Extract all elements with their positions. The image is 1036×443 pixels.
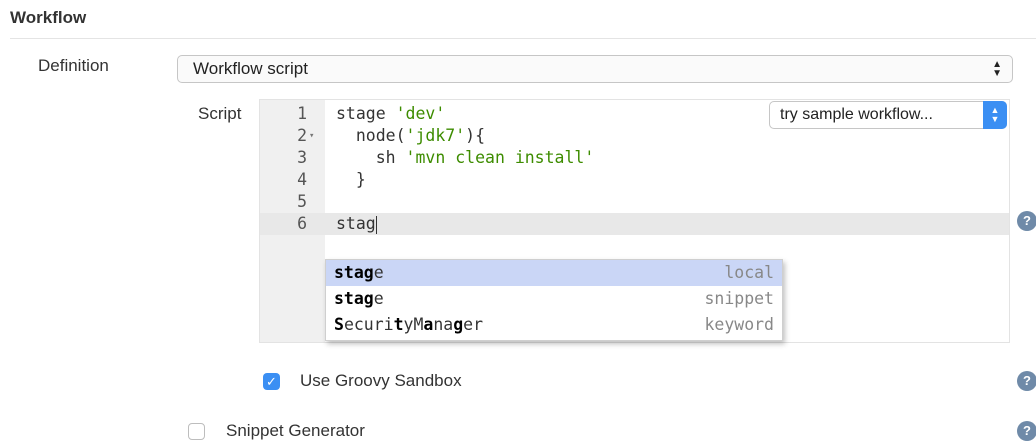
name-fragment: t bbox=[393, 315, 404, 334]
name-fragment: e bbox=[373, 289, 384, 308]
autocomplete-item[interactable]: stage local bbox=[326, 260, 782, 286]
code-plain: stage bbox=[336, 104, 396, 123]
autocomplete-popup: stage local stage snippet SecurityManager key… bbox=[325, 259, 783, 341]
code-string: 'mvn clean install' bbox=[405, 148, 595, 167]
code-text: sh 'mvn clean install' bbox=[336, 147, 595, 169]
definition-select[interactable]: Workflow script ▲ ▼ bbox=[177, 55, 1013, 83]
help-icon[interactable]: ? bbox=[1017, 421, 1036, 441]
code-line: 4 } bbox=[260, 169, 1009, 191]
line-number: 4 bbox=[297, 170, 307, 189]
text-cursor bbox=[375, 215, 377, 234]
select-arrows-icon: ▲ ▼ bbox=[992, 59, 1002, 79]
name-fragment: na bbox=[433, 315, 454, 334]
definition-select-value: Workflow script bbox=[193, 59, 308, 78]
code-text: node('jdk7'){ bbox=[336, 125, 485, 147]
help-icon[interactable]: ? bbox=[1017, 371, 1036, 391]
line-number: 5 bbox=[297, 192, 307, 211]
definition-label: Definition bbox=[38, 56, 109, 75]
code-plain: } bbox=[336, 170, 366, 189]
code-plain: ){ bbox=[465, 126, 486, 145]
name-fragment: a bbox=[423, 315, 434, 334]
snippet-generator-checkbox[interactable] bbox=[188, 423, 205, 440]
autocomplete-item-name: SecurityManager bbox=[334, 312, 483, 338]
select-arrows-icon: ▲ ▼ bbox=[983, 101, 1007, 129]
line-number: 1 bbox=[297, 104, 307, 123]
autocomplete-item-type: local bbox=[724, 263, 774, 282]
code-line: 3 sh 'mvn clean install' bbox=[260, 147, 1009, 169]
snippet-generator-label: Snippet Generator bbox=[226, 421, 365, 440]
help-icon[interactable]: ? bbox=[1017, 211, 1036, 231]
code-text: stage 'dev' bbox=[336, 103, 445, 125]
name-fragment: stag bbox=[334, 263, 374, 282]
code-line: 6 stag bbox=[260, 213, 1009, 235]
line-number: 2 bbox=[297, 126, 307, 145]
script-label: Script bbox=[198, 104, 242, 123]
name-fragment: yM bbox=[403, 315, 424, 334]
autocomplete-item[interactable]: SecurityManager keyword bbox=[326, 312, 782, 338]
section-title: Workflow bbox=[10, 8, 87, 27]
autocomplete-item-type: keyword bbox=[704, 315, 774, 334]
section-divider bbox=[10, 38, 1036, 39]
name-fragment: S bbox=[334, 315, 344, 334]
fold-arrow-icon[interactable]: ▾ bbox=[309, 125, 314, 147]
sandbox-checkbox[interactable]: ✓ bbox=[263, 373, 280, 390]
name-fragment: e bbox=[373, 263, 384, 282]
code-line: 5 bbox=[260, 191, 1009, 213]
name-fragment: er bbox=[463, 315, 484, 334]
name-fragment: g bbox=[453, 315, 464, 334]
autocomplete-item[interactable]: stage snippet bbox=[326, 286, 782, 312]
code-plain: stag bbox=[336, 214, 376, 233]
name-fragment: ecuri bbox=[343, 315, 394, 334]
autocomplete-item-type: snippet bbox=[704, 289, 774, 308]
code-string: 'jdk7' bbox=[405, 126, 466, 145]
code-text: stag bbox=[336, 213, 377, 235]
code-string: 'dev' bbox=[395, 104, 446, 123]
line-number: 6 bbox=[297, 214, 307, 233]
autocomplete-item-name: stage bbox=[334, 260, 384, 286]
sandbox-label: Use Groovy Sandbox bbox=[300, 371, 462, 390]
code-text: } bbox=[336, 169, 366, 191]
sample-workflow-select[interactable]: try sample workflow... ▲ ▼ bbox=[769, 101, 1007, 129]
line-number: 3 bbox=[297, 148, 307, 167]
name-fragment: stag bbox=[334, 289, 374, 308]
sample-workflow-select-value: try sample workflow... bbox=[780, 106, 933, 123]
autocomplete-item-name: stage bbox=[334, 286, 384, 312]
code-plain: node( bbox=[336, 126, 406, 145]
code-plain: sh bbox=[336, 148, 406, 167]
check-icon: ✓ bbox=[266, 374, 277, 389]
